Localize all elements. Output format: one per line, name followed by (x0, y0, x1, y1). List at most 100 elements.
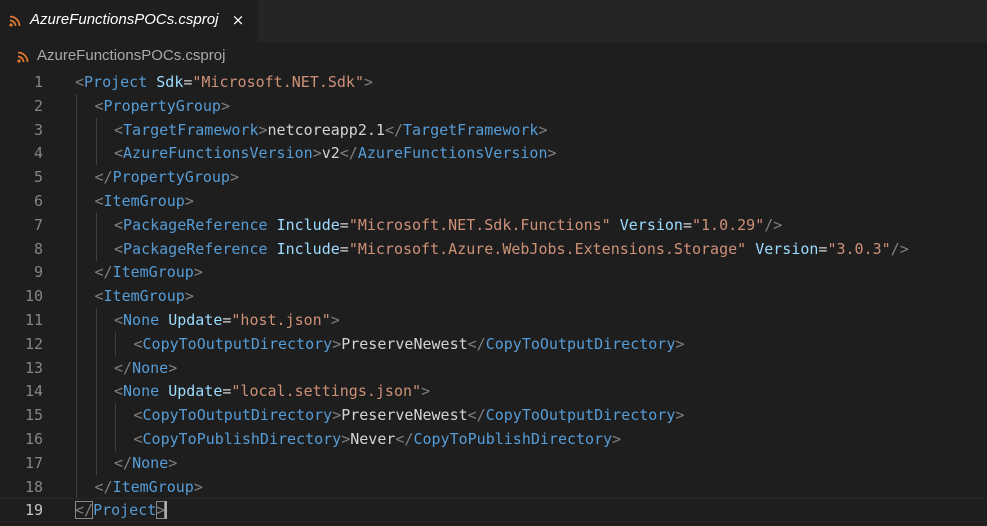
text (159, 382, 168, 400)
tab-bar: AzureFunctionsPOCs.csproj × (0, 0, 987, 42)
code-text: </None> (114, 451, 177, 475)
text: = (682, 215, 692, 234)
attribute-name: Version (755, 239, 819, 258)
punctuation: < (94, 96, 104, 115)
code-line[interactable]: 17 </None> (0, 450, 987, 475)
code-line[interactable]: 2 <PropertyGroup> (0, 93, 987, 118)
indent-guide (76, 212, 77, 237)
code-text: <Project Sdk="Microsoft.NET.Sdk"> (75, 70, 373, 94)
punctuation: < (94, 287, 104, 306)
punctuation: </ (114, 453, 133, 472)
line-number: 2 (33, 96, 43, 115)
tag-name: AzureFunctionsVersion (123, 144, 313, 163)
punctuation: </ (384, 120, 403, 139)
breadcrumb-item-file[interactable]: AzureFunctionsPOCs.csproj (37, 47, 225, 64)
code-text: <PropertyGroup> (95, 94, 230, 118)
code-line[interactable]: 10 <ItemGroup> (0, 284, 987, 309)
punctuation: > (332, 334, 342, 353)
line-number: 11 (24, 311, 43, 329)
attribute-name: Include (276, 215, 340, 234)
attribute-value: "host.json" (231, 311, 331, 329)
punctuation: > (184, 287, 194, 306)
tag-name: None (132, 358, 169, 377)
tag-name: TargetFramework (123, 120, 259, 139)
indent-guide (76, 141, 77, 166)
punctuation: > (193, 263, 203, 282)
code-text: <AzureFunctionsVersion>v2</AzureFunction… (114, 141, 557, 165)
indent-guide (76, 236, 77, 261)
code-line[interactable]: 5 </PropertyGroup> (0, 165, 987, 190)
code-line[interactable]: 19 </Project> (0, 498, 987, 523)
tag-name: PackageReference (123, 239, 268, 258)
line-number: 4 (33, 144, 43, 163)
attribute-name: Update (168, 382, 223, 401)
code-line[interactable]: 16 <CopyToPublishDirectory>Never</CopyToP… (0, 427, 987, 451)
punctuation: < (114, 120, 124, 139)
code-editor[interactable]: 1 <Project Sdk="Microsoft.NET.Sdk"> 2 <Prop… (0, 70, 987, 526)
code-line[interactable]: 9 </ItemGroup> (0, 260, 987, 285)
attribute-name: Include (276, 239, 340, 258)
line-number: 9 (33, 263, 43, 282)
punctuation: > (538, 120, 548, 139)
indent-guide (95, 141, 97, 166)
text: PreserveNewest (341, 406, 468, 425)
code-line[interactable]: 4 <AzureFunctionsVersion>v2</AzureFunctio… (0, 141, 987, 166)
line-number: 7 (33, 215, 43, 234)
indent-guide (95, 379, 97, 404)
attribute-name: Version (619, 215, 683, 234)
code-text: </ItemGroup> (95, 260, 203, 284)
rss-icon (17, 51, 29, 63)
tag-name: ItemGroup (112, 477, 194, 496)
tag-name: CopyToPublishDirectory (142, 430, 342, 448)
punctuation: < (75, 73, 85, 91)
code-line[interactable]: 3 <TargetFramework>netcoreapp2.1</TargetF… (0, 117, 987, 142)
tag-name: ItemGroup (103, 287, 185, 306)
punctuation: </ (114, 358, 133, 377)
attribute-name: Update (168, 311, 223, 329)
code-text: <ItemGroup> (95, 189, 194, 213)
code-line[interactable]: 18 </ItemGroup> (0, 474, 987, 499)
attribute-value: "local.settings.json" (231, 382, 422, 401)
indent-guide (76, 260, 77, 285)
text-cursor (165, 501, 167, 520)
punctuation: /> (764, 215, 783, 234)
punctuation: < (114, 311, 124, 329)
code-line[interactable]: 6 <ItemGroup> (0, 189, 987, 213)
attribute-value: "Microsoft.NET.Sdk.Functions" (348, 215, 611, 234)
tag-name: Project (84, 73, 148, 91)
code-line[interactable]: 1 <Project Sdk="Microsoft.NET.Sdk"> (0, 70, 987, 94)
indent-guide (76, 355, 77, 380)
punctuation: /> (890, 239, 909, 258)
punctuation: > (547, 144, 557, 163)
editor-tab[interactable]: AzureFunctionsPOCs.csproj × (0, 0, 258, 42)
code-line[interactable]: 13 </None> (0, 355, 987, 380)
tag-name: CopyToOutputDirectory (142, 334, 333, 353)
line-number: 13 (24, 358, 43, 377)
code-line[interactable]: 7 <PackageReference Include="Microsoft.NE… (0, 212, 987, 237)
punctuation: > (612, 430, 622, 448)
text (147, 73, 156, 91)
tag-name: ItemGroup (112, 263, 194, 282)
rss-icon (9, 15, 21, 27)
attribute-name: Sdk (156, 73, 184, 91)
code-line[interactable]: 8 <PackageReference Include="Microsoft.Az… (0, 236, 987, 261)
line-number: 14 (24, 382, 43, 401)
code-line[interactable]: 15 <CopyToOutputDirectory>PreserveNewest<… (0, 403, 987, 428)
tag-name: CopyToOutputDirectory (485, 406, 676, 425)
punctuation: </ (467, 406, 486, 425)
code-line[interactable]: 12 <CopyToOutputDirectory>PreserveNewest<… (0, 331, 987, 356)
tag-name: ItemGroup (103, 192, 185, 210)
close-icon[interactable]: × (231, 10, 245, 30)
punctuation: > (168, 358, 178, 377)
code-line[interactable]: 11 <None Update="host.json"> (0, 308, 987, 332)
line-number: 17 (24, 453, 43, 472)
text (268, 240, 277, 258)
indent-guide (95, 450, 97, 475)
line-number: 19 (24, 501, 43, 520)
code-text: <PackageReference Include="Microsoft.Azu… (114, 237, 909, 261)
code-text: <ItemGroup> (95, 284, 194, 308)
code-line[interactable]: 14 <None Update="local.settings.json"> (0, 379, 987, 404)
text (268, 216, 277, 234)
indent-guide (76, 379, 77, 404)
indent-guide (76, 308, 77, 332)
